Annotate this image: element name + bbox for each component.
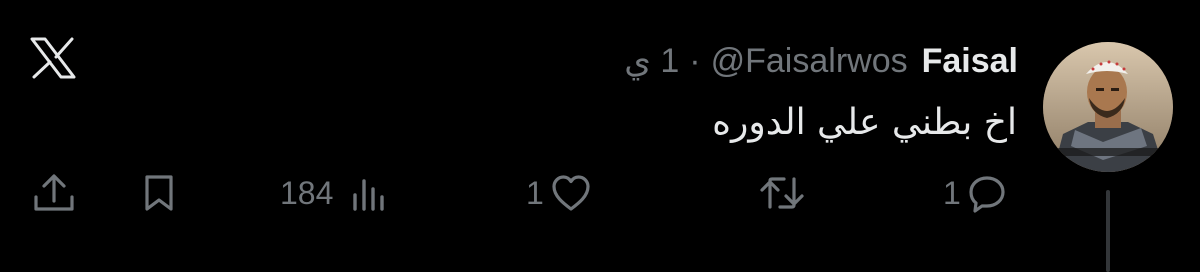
views-indicator[interactable]: 184 xyxy=(280,170,387,216)
tweet-header: Faisal @Faisalrwos · 1 ي xyxy=(624,38,1018,84)
bar-chart-icon xyxy=(351,173,387,213)
display-name[interactable]: Faisal xyxy=(922,38,1018,84)
views-count: 184 xyxy=(280,175,334,211)
share-upload-icon xyxy=(30,171,78,215)
tweet-text: اخ بطني علي الدوره xyxy=(712,102,1017,143)
x-logo-icon[interactable] xyxy=(28,33,78,83)
avatar[interactable] xyxy=(1043,42,1173,172)
speech-bubble-icon xyxy=(967,173,1007,213)
reply-button[interactable]: 1 xyxy=(943,170,1007,216)
reply-count: 1 xyxy=(943,175,961,211)
thread-connector-line xyxy=(1106,190,1110,272)
retweet-arrows-icon xyxy=(758,173,806,213)
bookmark-button[interactable] xyxy=(137,170,181,216)
share-button[interactable] xyxy=(30,170,78,216)
like-count: 1 xyxy=(526,175,544,211)
retweet-button[interactable] xyxy=(758,170,806,216)
user-handle[interactable]: @Faisalrwos xyxy=(711,38,908,84)
bookmark-icon xyxy=(137,171,181,215)
like-button[interactable]: 1 xyxy=(526,170,592,216)
timestamp[interactable]: 1 ي xyxy=(624,38,679,84)
heart-icon xyxy=(550,173,592,213)
separator-dot: · xyxy=(689,42,701,80)
